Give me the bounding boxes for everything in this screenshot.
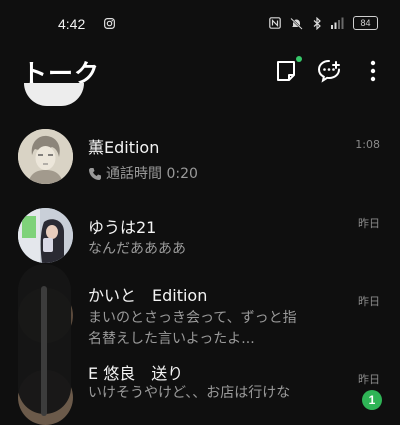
chat-preview: まいのとさっき会って、ずっと指 [88, 310, 297, 326]
chat-name: かいと Edition [88, 286, 208, 305]
avatar-illustration [18, 129, 73, 184]
chat-time: 昨日 [358, 373, 380, 386]
chat-time: 昨日 [358, 217, 380, 230]
chat-name: ゆうは21 [88, 218, 157, 237]
chat-time: 1:08 [355, 138, 380, 151]
avatar [18, 129, 73, 184]
chat-name: 薫Edition [88, 138, 160, 157]
chat-time: 昨日 [358, 295, 380, 308]
unread-badge: 1 [362, 390, 382, 410]
phone-icon [89, 168, 101, 180]
chat-preview: いけそうやけど、、お店は行けな [88, 385, 291, 401]
avatar [24, 83, 84, 106]
avatar-photo [18, 208, 73, 263]
scroll-grip[interactable] [41, 286, 47, 416]
chat-preview: 通話時間 0:20 [88, 163, 198, 185]
chat-preview: 名替えした言いよったよ... [88, 331, 255, 347]
avatar [18, 208, 73, 263]
fast-scroll-handle[interactable] [18, 264, 71, 416]
chat-name: E 悠良 送り [88, 364, 184, 383]
chat-preview-text: 通話時間 0:20 [106, 166, 198, 182]
chat-preview: なんだああああ [88, 241, 186, 257]
